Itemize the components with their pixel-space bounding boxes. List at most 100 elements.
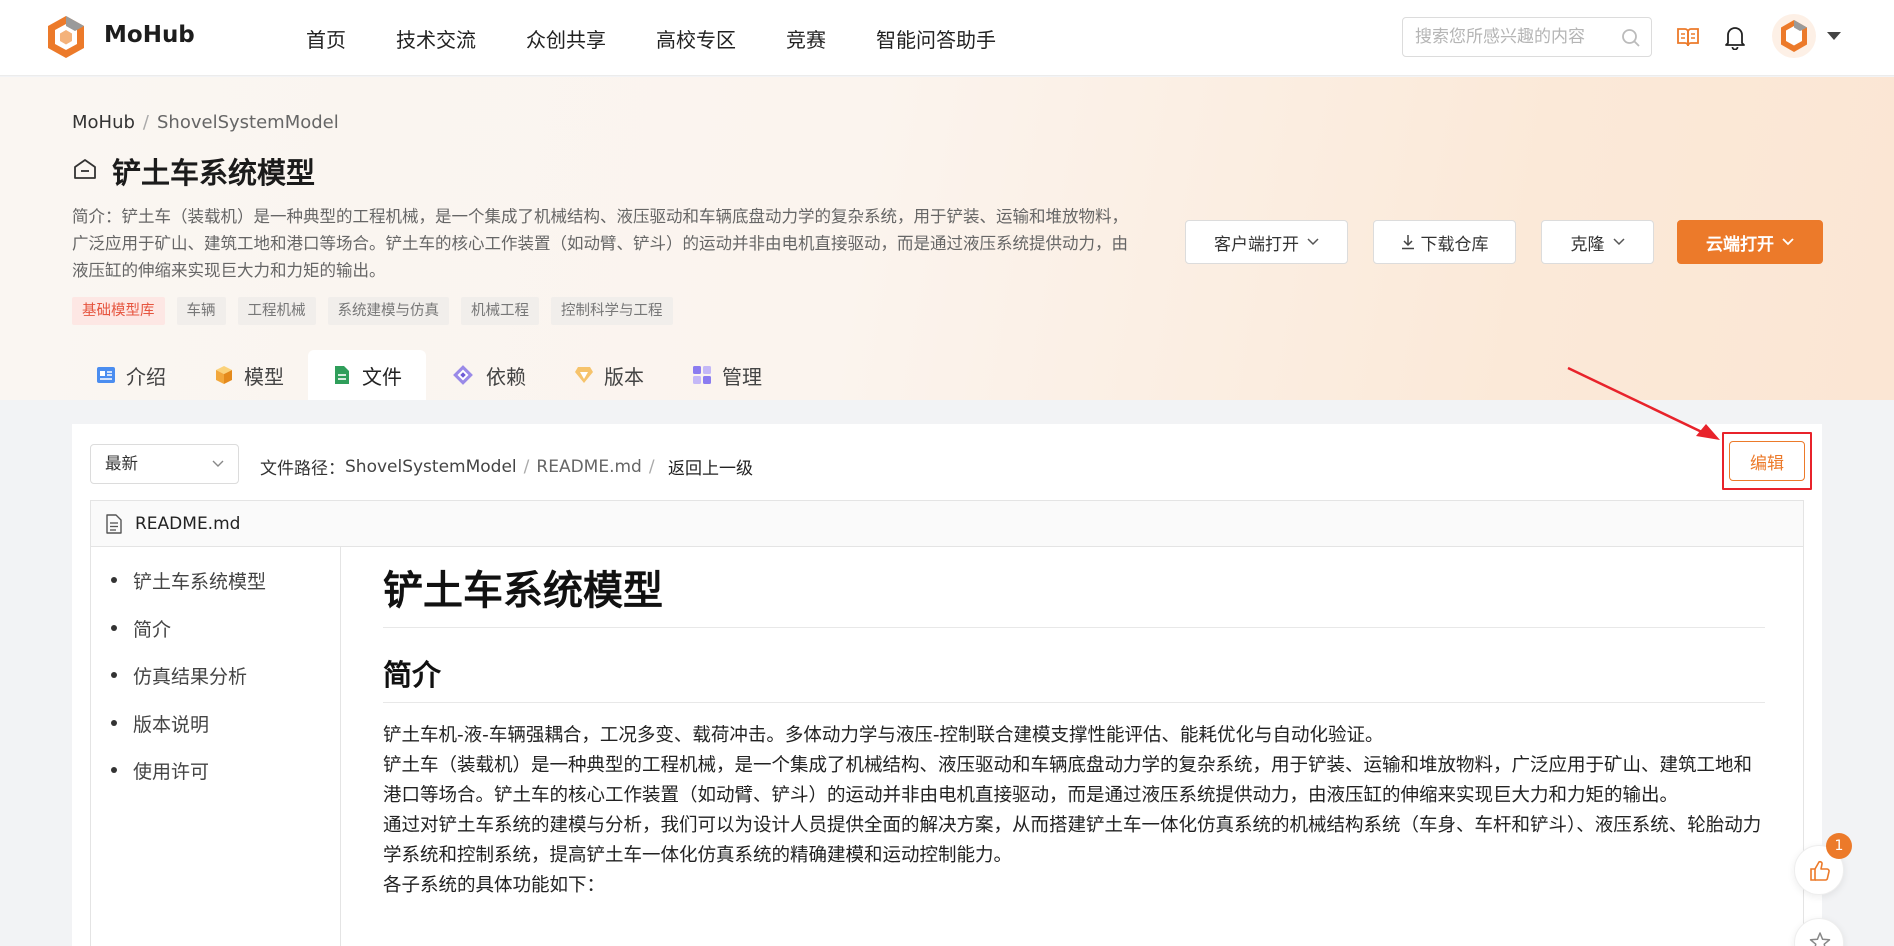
book-icon[interactable] xyxy=(1676,26,1700,48)
intro-icon xyxy=(97,367,115,383)
toc-item[interactable]: 版本说明 xyxy=(111,710,340,758)
search-box xyxy=(1402,17,1652,57)
nav-home[interactable]: 首页 xyxy=(306,24,346,53)
toc-item-label: 使用许可 xyxy=(133,761,210,784)
readme-body: 铲土车机-液-车辆强耦合，工况多变、载荷冲击。多体动力学与液压-控制联合建模支撑… xyxy=(383,721,1765,901)
files-panel: 最新 文件路径： ShovelSystemModel / README.md /… xyxy=(72,424,1822,946)
version-select-value: 最新 xyxy=(105,454,138,473)
bullet-icon xyxy=(111,672,117,679)
tab-version-label: 版本 xyxy=(604,364,644,389)
tag[interactable]: 控制科学与工程 xyxy=(551,297,673,325)
repo-tabs: 介绍 模型 文件 依赖 版本 管理 xyxy=(72,350,786,400)
repo-title: 铲土车系统模型 xyxy=(112,156,316,190)
file-path-separator: / xyxy=(523,456,530,477)
user-avatar[interactable] xyxy=(1772,14,1816,58)
chevron-down-icon xyxy=(1307,238,1319,246)
search-icon[interactable] xyxy=(1621,28,1641,48)
breadcrumb: MoHub / ShovelSystemModel xyxy=(72,112,339,133)
toc-item-label: 仿真结果分析 xyxy=(133,666,248,689)
back-up-link[interactable]: 返回上一级 xyxy=(668,454,753,479)
file-path: 文件路径： ShovelSystemModel / README.md / xyxy=(260,454,662,480)
file-path-segment: README.md xyxy=(536,456,642,477)
nav-ai-assistant[interactable]: 智能问答助手 xyxy=(876,24,996,53)
edit-button[interactable]: 编辑 xyxy=(1729,441,1805,481)
readme-paragraph: 铲土车机-液-车辆强耦合，工况多变、载荷冲击。多体动力学与液压-控制联合建模支撑… xyxy=(383,725,1384,746)
repository-icon xyxy=(74,159,96,179)
bullet-icon xyxy=(111,767,117,774)
client-open-label: 客户端打开 xyxy=(1214,234,1299,255)
repo-tags: 基础模型库 车辆 工程机械 系统建模与仿真 机械工程 控制科学与工程 xyxy=(72,297,673,325)
tab-dependency-label: 依赖 xyxy=(486,364,526,389)
readme-content: 铲土车系统模型 简介 铲土车机-液-车辆强耦合，工况多变、载荷冲击。多体动力学与… xyxy=(383,547,1765,901)
tab-intro-label: 介绍 xyxy=(126,364,166,389)
tab-files[interactable]: 文件 xyxy=(308,350,426,400)
clone-button[interactable]: 克隆 xyxy=(1541,220,1654,264)
toc-item[interactable]: 简介 xyxy=(111,615,340,663)
nav-tech-exchange[interactable]: 技术交流 xyxy=(396,24,476,53)
tab-dependency[interactable]: 依赖 xyxy=(426,350,550,400)
nav-crowd-share[interactable]: 众创共享 xyxy=(526,24,606,53)
tag[interactable]: 工程机械 xyxy=(237,297,316,325)
file-path-segment[interactable]: ShovelSystemModel xyxy=(345,457,517,477)
thumbs-up-icon xyxy=(1810,860,1830,881)
chevron-down-icon xyxy=(1782,238,1794,246)
bullet-icon xyxy=(111,624,117,631)
file-path-label: 文件路径： xyxy=(260,459,345,479)
breadcrumb-separator: / xyxy=(142,112,149,133)
readme-viewer: README.md 铲土车系统模型 简介 仿真结果分析 版本说明 使用许可 铲土… xyxy=(90,500,1804,946)
like-count-badge: 1 xyxy=(1826,833,1852,859)
breadcrumb-root[interactable]: MoHub xyxy=(72,112,135,133)
download-icon xyxy=(1401,235,1414,250)
tab-intro[interactable]: 介绍 xyxy=(72,350,190,400)
cube-icon xyxy=(216,366,232,384)
cloud-open-button[interactable]: 云端打开 xyxy=(1677,220,1823,264)
chevron-down-icon xyxy=(212,460,224,467)
cloud-open-label: 云端打开 xyxy=(1706,234,1774,255)
toc-item-label: 简介 xyxy=(133,618,172,641)
readme-paragraph: 各子系统的具体功能如下： xyxy=(383,875,606,896)
readme-heading-2: 简介 xyxy=(383,658,1765,703)
tag[interactable]: 车辆 xyxy=(176,297,226,325)
tab-model-label: 模型 xyxy=(244,364,284,389)
dependency-icon xyxy=(453,365,473,385)
brand-name[interactable]: MoHub xyxy=(104,22,195,48)
document-icon xyxy=(106,513,122,534)
file-icon xyxy=(335,366,349,384)
star-icon xyxy=(1809,932,1831,946)
client-open-button[interactable]: 客户端打开 xyxy=(1185,220,1348,264)
table-of-contents: 铲土车系统模型 简介 仿真结果分析 版本说明 使用许可 xyxy=(91,547,341,946)
version-select[interactable]: 最新 xyxy=(90,444,239,484)
toc-item[interactable]: 使用许可 xyxy=(111,757,340,805)
readme-filename: README.md xyxy=(135,513,241,534)
tag[interactable]: 系统建模与仿真 xyxy=(327,297,449,325)
toc-item[interactable]: 仿真结果分析 xyxy=(111,662,340,710)
toc-item[interactable]: 铲土车系统模型 xyxy=(111,567,340,615)
tab-manage[interactable]: 管理 xyxy=(668,350,786,400)
tag[interactable]: 机械工程 xyxy=(461,297,539,325)
download-repo-button[interactable]: 下载仓库 xyxy=(1373,220,1516,264)
repo-description: 简介：铲土车（装载机）是一种典型的工程机械，是一个集成了机械结构、液压驱动和车辆… xyxy=(72,207,1128,280)
clone-label: 克隆 xyxy=(1570,234,1605,255)
nav-university[interactable]: 高校专区 xyxy=(656,24,736,53)
bell-icon[interactable] xyxy=(1724,24,1746,50)
chevron-down-icon xyxy=(1612,238,1625,246)
tag[interactable]: 基础模型库 xyxy=(72,297,165,325)
grid-icon xyxy=(693,366,711,384)
bullet-icon xyxy=(111,719,117,726)
tab-model[interactable]: 模型 xyxy=(190,350,308,400)
caret-down-icon[interactable] xyxy=(1826,30,1842,42)
main-nav: 首页 技术交流 众创共享 高校专区 竞赛 智能问答助手 xyxy=(306,24,1046,53)
breadcrumb-current: ShovelSystemModel xyxy=(157,112,339,133)
mohub-logo-icon[interactable] xyxy=(44,14,88,60)
tab-manage-label: 管理 xyxy=(722,364,762,389)
nav-competition[interactable]: 竞赛 xyxy=(786,24,826,53)
diamond-icon xyxy=(575,367,593,383)
bullet-icon xyxy=(111,577,117,583)
tab-version[interactable]: 版本 xyxy=(550,350,668,400)
annotation-arrow-icon xyxy=(1567,366,1720,440)
search-input[interactable] xyxy=(1403,18,1603,56)
readme-paragraph: 通过对铲土车系统的建模与分析，我们可以为设计人员提供全面的解决方案，从而搭建铲土… xyxy=(383,815,1762,866)
top-navbar: MoHub 首页 技术交流 众创共享 高校专区 竞赛 智能问答助手 xyxy=(0,0,1894,76)
tab-files-label: 文件 xyxy=(362,364,402,389)
readme-file-header: README.md xyxy=(91,501,1803,547)
